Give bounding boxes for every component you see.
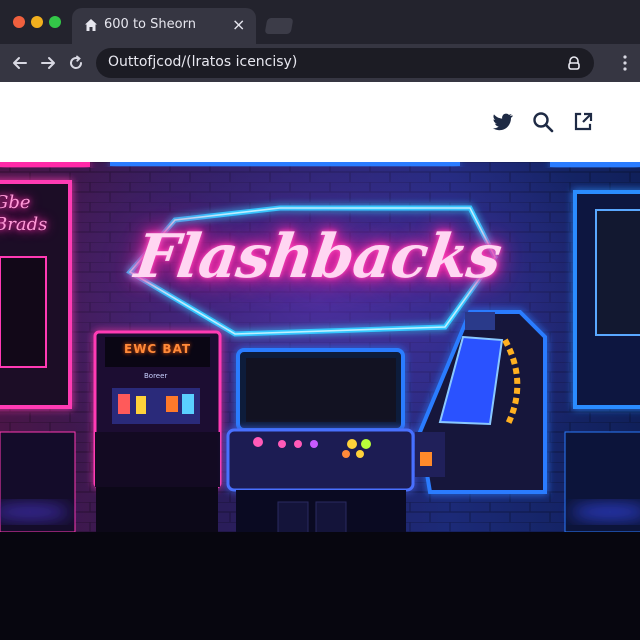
twitter-icon[interactable] (490, 110, 514, 134)
neon-title: Flashbacks (130, 222, 506, 292)
reload-icon[interactable] (66, 53, 86, 73)
browser-tab[interactable]: 600 to Sheorn × (72, 8, 256, 44)
lock-icon[interactable] (566, 55, 582, 71)
forward-arrow-icon[interactable] (38, 53, 58, 73)
back-arrow-icon[interactable] (10, 53, 30, 73)
maximize-window-button[interactable] (49, 16, 61, 28)
search-icon[interactable] (531, 110, 555, 134)
address-bar[interactable]: Outtofjcod/(lratos icencisy) (96, 48, 594, 78)
cabinet-marquee: EWC BAT (124, 342, 192, 356)
left-neon-sign: Gbe Brads (0, 192, 48, 235)
tab-title: 600 to Sheorn (104, 17, 196, 32)
hero-banner: Gbe Brads Flashbacks EWC BAT Boreer (0, 162, 640, 640)
share-icon[interactable] (571, 110, 595, 134)
address-bar-url: Outtofjcod/(lratos icencisy) (108, 54, 298, 70)
site-header (0, 82, 640, 162)
cabinet-label: Boreer (144, 372, 168, 380)
minimize-window-button[interactable] (31, 16, 43, 28)
new-tab-button[interactable] (264, 18, 294, 34)
close-window-button[interactable] (13, 16, 25, 28)
menu-dots-icon[interactable] (616, 54, 634, 72)
home-icon (85, 19, 97, 31)
browser-tab-bar: 600 to Sheorn × (0, 0, 640, 44)
browser-toolbar: Outtofjcod/(lratos icencisy) (0, 44, 640, 82)
tab-close-button[interactable]: × (232, 15, 245, 34)
